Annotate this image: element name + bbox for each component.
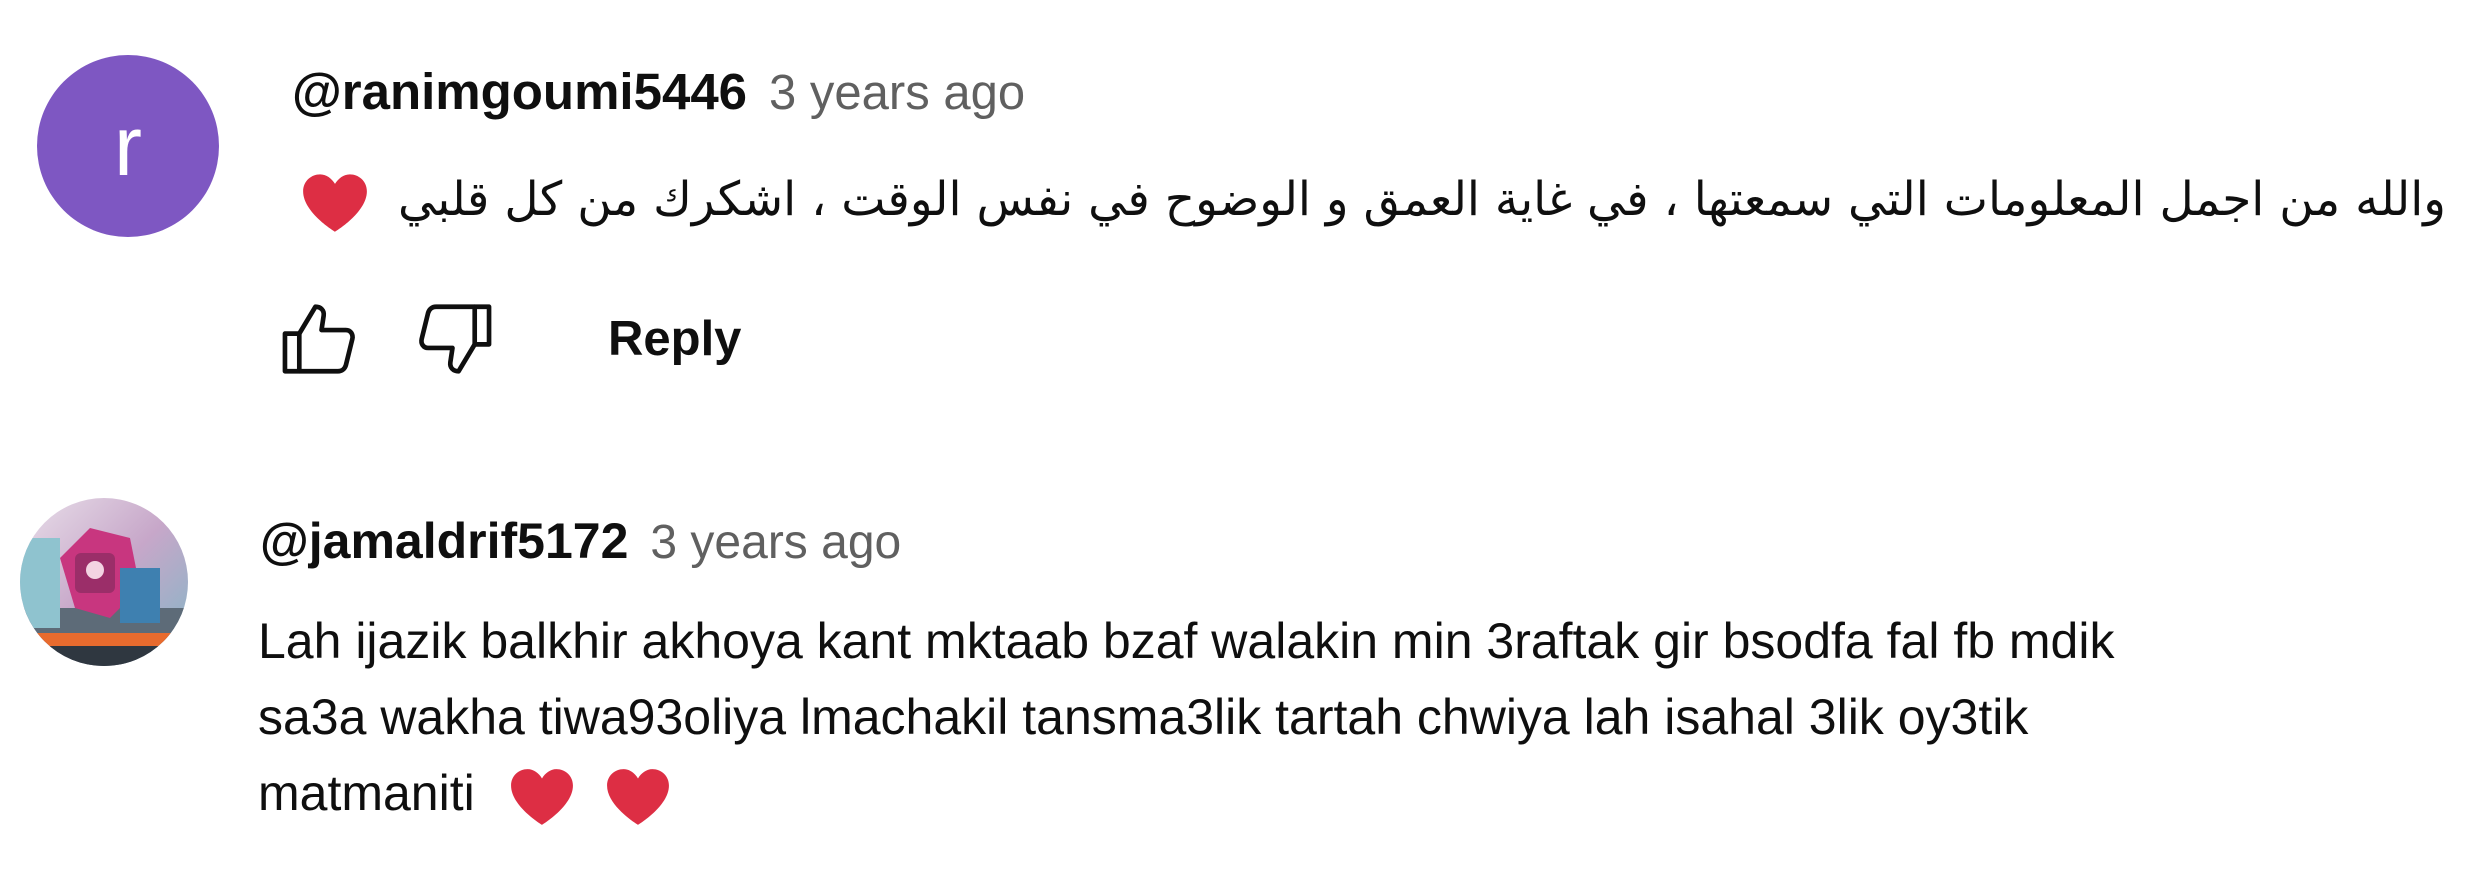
comment-text: والله من اجمل المعلومات التي سمعتها ، في… — [286, 163, 2446, 237]
avatar-image — [20, 498, 188, 666]
timestamp[interactable]: 3 years ago — [769, 65, 1025, 121]
comment-text: Lah ijazik balkhir akhoya kant mktaab bz… — [258, 603, 2458, 831]
comment-line-last: matmaniti — [258, 755, 2458, 831]
author-name[interactable]: @ranimgoumi5446 — [292, 62, 747, 121]
comment-line: Lah ijazik balkhir akhoya kant mktaab bz… — [258, 613, 2115, 669]
comment-header: @ranimgoumi5446 3 years ago — [292, 62, 1025, 121]
heart-icon — [606, 768, 669, 825]
comment-thread-2: @jamaldrif5172 3 years ago Lah ijazik ba… — [0, 450, 2484, 887]
avatar[interactable]: r — [37, 55, 219, 237]
author-name[interactable]: @jamaldrif5172 — [260, 512, 628, 570]
comment-header: @jamaldrif5172 3 years ago — [260, 512, 901, 570]
heart-icon — [303, 173, 367, 232]
reply-button[interactable]: Reply — [586, 311, 763, 367]
thumbs-down-icon — [419, 304, 492, 374]
comment-body: والله من اجمل المعلومات التي سمعتها ، في… — [398, 172, 2446, 227]
avatar[interactable] — [20, 498, 188, 666]
timestamp[interactable]: 3 years ago — [650, 515, 901, 570]
thumbs-up-icon — [282, 304, 355, 374]
avatar-letter: r — [114, 98, 142, 193]
like-button[interactable] — [276, 296, 362, 382]
comment-line: sa3a wakha tiwa93oliya lmachakil tansma3… — [258, 689, 2029, 745]
comment-line: matmaniti — [258, 765, 475, 821]
comment-thread-1: r @ranimgoumi5446 3 years ago والله من ا… — [0, 0, 2484, 450]
dislike-button[interactable] — [412, 296, 498, 382]
comment-actions: Reply — [276, 296, 763, 382]
heart-icon — [510, 768, 573, 825]
